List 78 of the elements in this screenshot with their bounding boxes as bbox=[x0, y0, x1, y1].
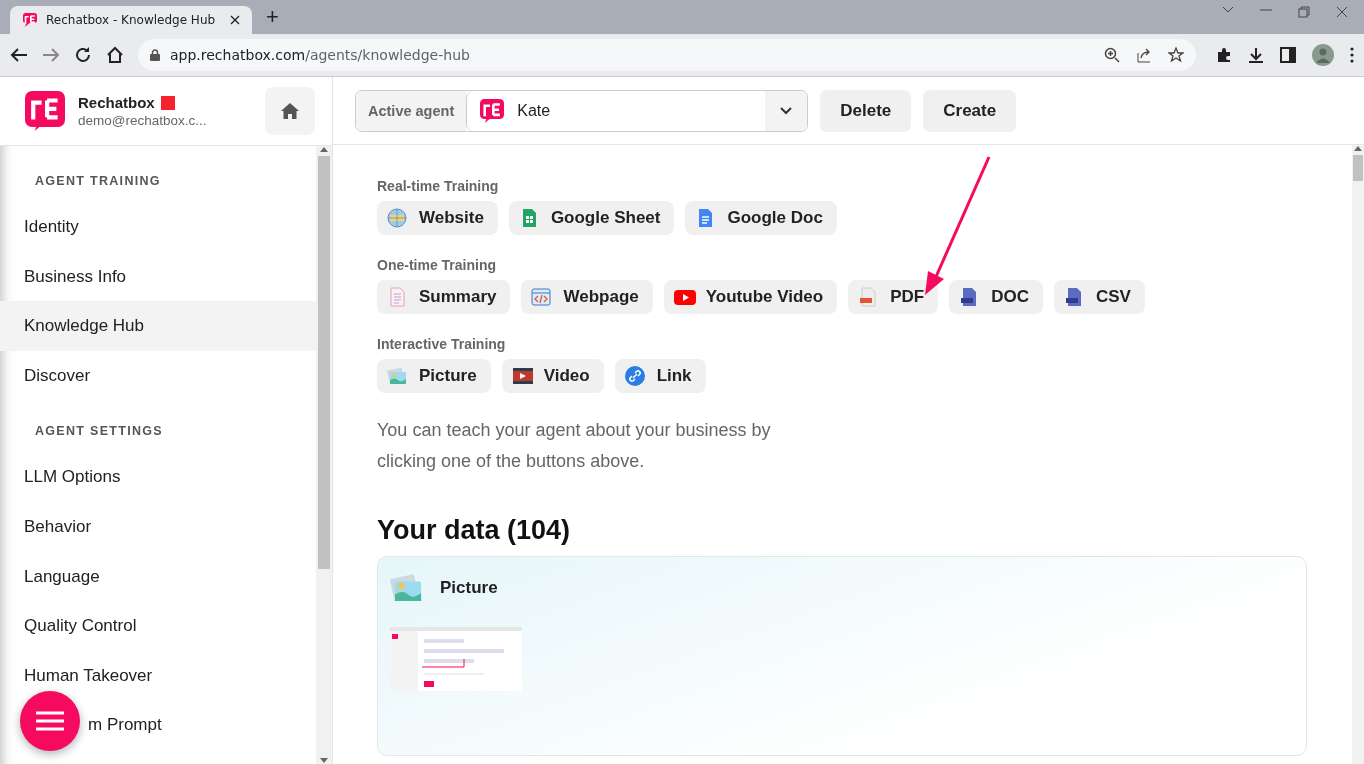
logo-icon bbox=[479, 97, 506, 124]
section-heading: AGENT TRAINING bbox=[35, 174, 162, 188]
scroll-up-icon[interactable] bbox=[320, 146, 328, 152]
agent-select[interactable]: Active agent Kate bbox=[355, 89, 809, 132]
reload-icon[interactable] bbox=[74, 46, 92, 64]
globe-icon bbox=[387, 208, 409, 228]
nav-item[interactable]: Business Info bbox=[0, 251, 316, 302]
data-title: Your data (104) bbox=[377, 515, 572, 546]
scroll-down-icon[interactable] bbox=[320, 758, 328, 764]
code-window-icon bbox=[531, 287, 554, 307]
forward-icon[interactable] bbox=[42, 47, 60, 63]
account-email: demo@rechatbox.c... bbox=[78, 113, 208, 128]
nav-item[interactable]: Quality Control bbox=[0, 601, 316, 651]
training-button[interactable]: Website bbox=[377, 201, 498, 235]
scrollbar-thumb[interactable] bbox=[1353, 155, 1363, 181]
close-icon[interactable] bbox=[230, 15, 240, 25]
nav-item[interactable]: Behavior bbox=[0, 501, 316, 552]
chevron-down-icon[interactable] bbox=[1222, 6, 1234, 14]
zoom-icon[interactable] bbox=[1104, 47, 1120, 63]
hint-text: You can teach your agent about your business by clicking one of the buttons above. bbox=[377, 419, 772, 473]
card-title: Picture bbox=[440, 578, 498, 598]
nav-item[interactable]: Identity bbox=[0, 202, 316, 252]
logo-icon bbox=[24, 90, 66, 132]
puzzle-icon[interactable] bbox=[1216, 47, 1232, 63]
picture-icon bbox=[387, 366, 409, 386]
menu-button[interactable] bbox=[20, 691, 80, 751]
new-tab-button[interactable]: + bbox=[262, 4, 283, 30]
nav-item[interactable]: LLM Options bbox=[0, 452, 316, 502]
nav-item[interactable]: Knowledge Hub bbox=[0, 301, 316, 351]
training-button[interactable]: DOC bbox=[949, 280, 1043, 314]
training-button[interactable]: PDF bbox=[848, 280, 939, 314]
data-card[interactable]: Picture bbox=[377, 556, 1307, 756]
chevron-down-icon bbox=[780, 106, 793, 115]
brand-name: Rechatbox bbox=[78, 94, 155, 111]
address-field[interactable]: app.rechatbox.com/agents/knowledge-hub bbox=[170, 47, 470, 63]
more-icon[interactable] bbox=[1350, 47, 1354, 63]
scrollbar[interactable] bbox=[1352, 145, 1364, 764]
section-heading: One-time Training bbox=[377, 257, 497, 273]
training-button[interactable]: Youtube Video bbox=[663, 280, 838, 314]
training-button[interactable]: CSV bbox=[1053, 280, 1145, 314]
restore-icon[interactable] bbox=[1298, 6, 1310, 18]
action-button[interactable]: Create bbox=[923, 89, 1017, 132]
training-button[interactable]: Google Doc bbox=[685, 201, 837, 235]
lock-icon bbox=[150, 49, 160, 61]
training-button[interactable]: Link bbox=[614, 359, 706, 393]
menu-icon bbox=[36, 711, 64, 731]
nav-item[interactable]: Language bbox=[0, 551, 316, 602]
nav-item[interactable]: Discover bbox=[0, 350, 316, 401]
training-button[interactable]: Webpage bbox=[521, 280, 653, 314]
home-button[interactable] bbox=[265, 87, 315, 135]
scrollbar[interactable] bbox=[316, 146, 332, 764]
link-icon bbox=[624, 366, 647, 386]
avatar-icon[interactable] bbox=[1312, 44, 1334, 66]
training-button[interactable]: Video bbox=[501, 359, 604, 393]
status-square-icon bbox=[160, 95, 175, 110]
scrollbar-thumb[interactable] bbox=[318, 156, 330, 569]
home-icon[interactable] bbox=[106, 46, 124, 64]
back-icon[interactable] bbox=[10, 47, 28, 63]
nav-item[interactable]: Human Takeover bbox=[0, 650, 316, 701]
tab-title: Rechatbox - Knowledge Hub bbox=[46, 13, 217, 27]
action-button[interactable]: Delete bbox=[820, 89, 912, 132]
section-heading: Interactive Training bbox=[377, 336, 507, 352]
training-button[interactable]: Picture bbox=[377, 359, 491, 393]
browser-tab[interactable]: Rechatbox - Knowledge Hub bbox=[10, 6, 252, 34]
nav-item[interactable]: m Prompt bbox=[0, 700, 316, 750]
share-icon[interactable] bbox=[1136, 47, 1152, 63]
scroll-up-icon[interactable] bbox=[1354, 145, 1362, 151]
home-icon bbox=[281, 103, 299, 119]
film-icon bbox=[511, 366, 534, 386]
star-icon[interactable] bbox=[1168, 47, 1184, 63]
download-icon[interactable] bbox=[1248, 47, 1264, 63]
section-heading: Real-time Training bbox=[377, 178, 500, 194]
training-button[interactable]: Google Sheet bbox=[508, 201, 675, 235]
side-panel-icon[interactable] bbox=[1280, 47, 1296, 63]
training-button[interactable]: Summary bbox=[377, 280, 511, 314]
video-play-icon bbox=[673, 287, 696, 307]
logo-icon bbox=[22, 12, 38, 28]
section-heading: AGENT SETTINGS bbox=[35, 424, 164, 439]
